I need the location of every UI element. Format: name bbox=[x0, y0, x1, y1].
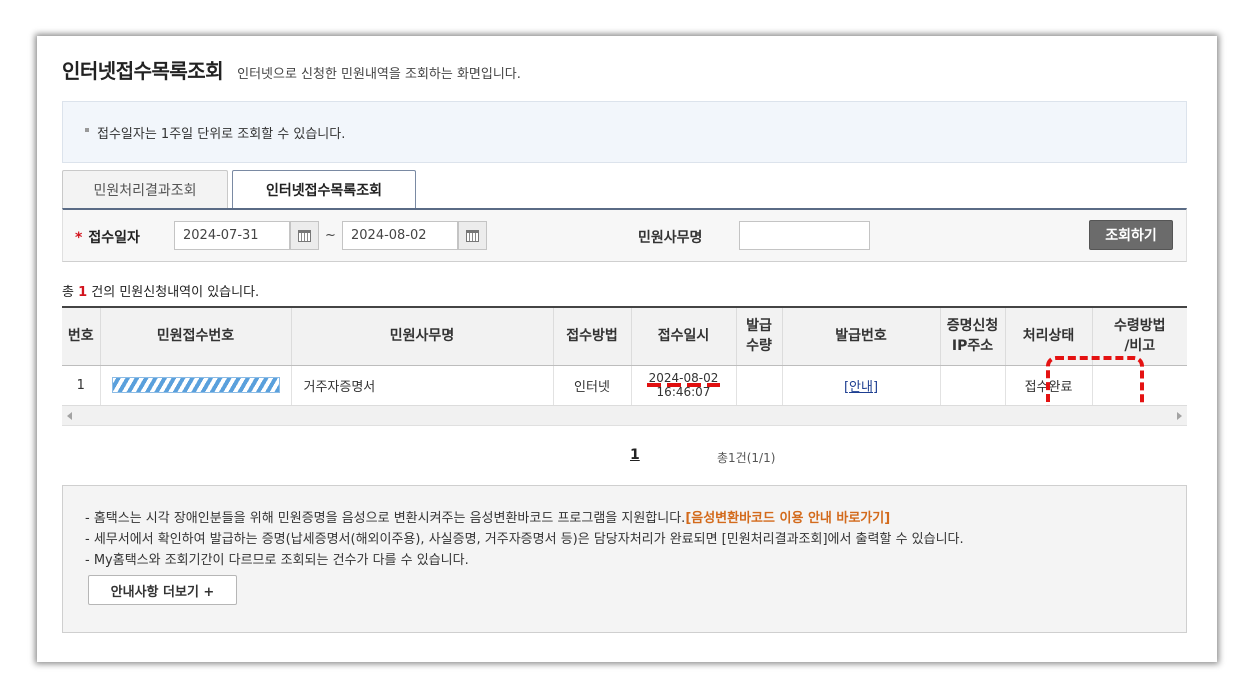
redacted-receipt-number bbox=[111, 377, 280, 393]
col-header-issue-no: 발급번호 bbox=[782, 306, 941, 366]
notice-text: 접수일자는 1주일 단위로 조회할 수 있습니다. bbox=[97, 126, 346, 142]
main-window: 인터넷접수목록조회 인터넷으로 신청한 민원내역을 조회하는 화면입니다. 접수… bbox=[37, 36, 1217, 662]
notice-box: 접수일자는 1주일 단위로 조회할 수 있습니다. bbox=[62, 101, 1187, 163]
voice-barcode-link[interactable]: [음성변환바코드 이용 안내 바로가기] bbox=[685, 511, 890, 526]
horizontal-scrollbar[interactable] bbox=[62, 406, 1187, 426]
tab-bar: 민원처리결과조회 인터넷접수목록조회 bbox=[62, 170, 416, 208]
col-header-receipt-no: 민원접수번호 bbox=[100, 306, 292, 366]
date-from-calendar-button[interactable] bbox=[290, 221, 319, 250]
cell-issue-no: [안내] bbox=[782, 365, 941, 406]
date-to-calendar-button[interactable] bbox=[458, 221, 487, 250]
col-header-datetime: 접수일시 bbox=[631, 306, 737, 366]
tab-result-inquiry[interactable]: 민원처리결과조회 bbox=[62, 170, 228, 208]
page-number-current[interactable]: 1 bbox=[630, 447, 640, 463]
calendar-icon bbox=[298, 229, 311, 242]
cell-service: 거주자증명서 bbox=[291, 365, 554, 406]
page-header: 인터넷접수목록조회 인터넷으로 신청한 민원내역을 조회하는 화면입니다. bbox=[62, 55, 521, 84]
service-name-label: 민원사무명 bbox=[638, 230, 703, 246]
cell-method: 인터넷 bbox=[553, 365, 632, 406]
cell-receipt-no bbox=[100, 365, 292, 406]
date-label: * 접수일자 bbox=[75, 230, 140, 246]
col-header-no: 번호 bbox=[62, 306, 101, 366]
bullet-icon bbox=[85, 128, 89, 132]
cell-no: 1 bbox=[62, 365, 101, 406]
info-line-1: - 홈택스는 시각 장애인분들을 위해 민원증명을 음성으로 변환시켜주는 음성… bbox=[85, 511, 891, 526]
issue-info-link[interactable]: [안내] bbox=[844, 380, 878, 395]
service-name-input[interactable] bbox=[739, 221, 870, 250]
info-line-3: - My홈택스와 조회기간이 다르므로 조회되는 건수가 다를 수 있습니다. bbox=[85, 553, 469, 568]
cell-quantity bbox=[736, 365, 783, 406]
page-title: 인터넷접수목록조회 bbox=[62, 59, 224, 83]
result-table-wrapper: 번호 민원접수번호 민원사무명 접수방법 접수일시 발급 수량 발급번호 증명신청… bbox=[62, 306, 1187, 426]
required-mark: * bbox=[75, 230, 83, 246]
scroll-left-icon[interactable] bbox=[67, 412, 72, 420]
search-button[interactable]: 조회하기 bbox=[1089, 220, 1173, 250]
page-total: 총1건(1/1) bbox=[717, 451, 776, 465]
red-dash-underline bbox=[646, 382, 721, 387]
info-line-2: - 세무서에서 확인하여 발급하는 증명(납세증명서(해외이주용), 사실증명,… bbox=[85, 532, 964, 547]
more-info-button[interactable]: 안내사항 더보기 + bbox=[88, 575, 237, 605]
table-row: 1 거주자증명서 인터넷 2024-08-02 16:46:07 [안내] 접수… bbox=[62, 355, 1187, 416]
search-form: * 접수일자 2024-07-31 ~ 2024-08-02 민원사무명 조회하기 bbox=[62, 208, 1187, 262]
result-count: 총 1 건의 민원신청내역이 있습니다. bbox=[62, 285, 260, 300]
table-header-row: 번호 민원접수번호 민원사무명 접수방법 접수일시 발급 수량 발급번호 증명신청… bbox=[62, 306, 1187, 366]
col-header-ip: 증명신청 IP주소 bbox=[940, 306, 1006, 366]
receipt-datetime: 2024-08-02 16:46:07 bbox=[646, 370, 721, 399]
cell-datetime: 2024-08-02 16:46:07 bbox=[631, 365, 737, 406]
date-to-input[interactable]: 2024-08-02 bbox=[342, 221, 458, 250]
col-header-service: 민원사무명 bbox=[291, 306, 554, 366]
cell-ip bbox=[940, 365, 1006, 406]
date-from-input[interactable]: 2024-07-31 bbox=[174, 221, 290, 250]
tab-internet-receipt-list[interactable]: 인터넷접수목록조회 bbox=[232, 170, 416, 208]
date-range-separator: ~ bbox=[325, 228, 336, 243]
result-table: 번호 민원접수번호 민원사무명 접수방법 접수일시 발급 수량 발급번호 증명신청… bbox=[62, 306, 1187, 416]
calendar-icon bbox=[466, 229, 479, 242]
cell-status: 접수완료 bbox=[1005, 355, 1144, 416]
info-box: - 홈택스는 시각 장애인분들을 위해 민원증명을 음성으로 변환시켜주는 음성… bbox=[62, 485, 1187, 633]
page-description: 인터넷으로 신청한 민원내역을 조회하는 화면입니다. bbox=[237, 67, 521, 82]
result-count-number: 1 bbox=[78, 285, 88, 300]
scroll-right-icon[interactable] bbox=[1177, 412, 1182, 420]
col-header-method: 접수방법 bbox=[553, 306, 632, 366]
col-header-quantity: 발급 수량 bbox=[736, 306, 783, 366]
